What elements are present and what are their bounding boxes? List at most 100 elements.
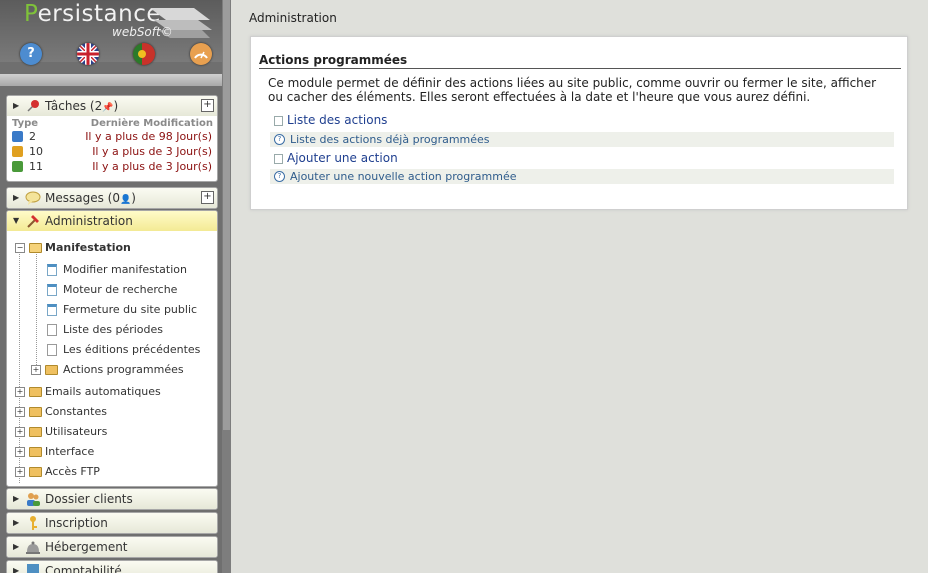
tree-node-constantes[interactable]: + Constantes: [15, 403, 215, 421]
comptabilite-title: Comptabilité: [45, 564, 122, 573]
inscription-title: Inscription: [45, 516, 108, 530]
key-icon: [30, 516, 37, 530]
scrollbar-thumb[interactable]: [223, 0, 230, 430]
tree-node-acces-ftp[interactable]: + Accès FTP: [15, 463, 215, 481]
breadcrumb: Administration: [249, 11, 337, 25]
task-row[interactable]: 10 Il y a plus de 3 Jour(s): [7, 145, 217, 160]
folder-icon: [29, 427, 42, 437]
tree-node-fermeture-site[interactable]: Fermeture du site public: [33, 301, 213, 319]
list-page-icon: [274, 116, 283, 126]
link-liste-actions[interactable]: Liste des actions: [270, 113, 894, 128]
portugal-flag-icon[interactable]: [133, 43, 155, 65]
user-icon: 👤: [119, 195, 132, 205]
expand-box-icon[interactable]: +: [15, 447, 25, 457]
expand-arrow-icon[interactable]: ▶: [13, 537, 19, 557]
main-content: Administration Actions programmées Ce mo…: [231, 0, 928, 573]
tasks-table-header: Type Dernière Modification: [7, 118, 217, 130]
column-type: Type: [12, 118, 39, 129]
inscription-panel[interactable]: ▶ Inscription: [6, 512, 218, 534]
dashboard-icon[interactable]: [190, 43, 212, 65]
tasks-panel: ▶ Tâches (2📌) + Type Dernière Modificati…: [6, 95, 218, 182]
tree-label: Actions programmées: [63, 363, 184, 376]
messages-panel[interactable]: ▶ Messages (0👤) +: [6, 187, 218, 209]
administration-title: Administration: [45, 214, 133, 228]
column-last-modification: Dernière Modification: [90, 118, 213, 129]
administration-panel-header[interactable]: ▼ Administration: [7, 211, 217, 231]
expand-arrow-icon[interactable]: ▶: [13, 489, 19, 509]
expand-arrow-icon[interactable]: ▶: [13, 513, 19, 533]
tasks-title: Tâches (2: [45, 99, 103, 113]
tree-node-utilisateurs[interactable]: + Utilisateurs: [15, 423, 215, 441]
bell-icon: [26, 541, 40, 554]
tree-label: Moteur de recherche: [63, 283, 178, 296]
tree-node-actions-programmees[interactable]: + Actions programmées: [31, 361, 213, 379]
tree-node-emails-automatiques[interactable]: + Emails automatiques: [15, 383, 215, 401]
tree-label: Utilisateurs: [45, 425, 108, 438]
dossier-clients-header[interactable]: ▶ Dossier clients: [7, 489, 217, 509]
help-icon: ?: [274, 134, 285, 145]
help-label[interactable]: Ajouter une nouvelle action programmée: [290, 169, 516, 184]
task-modified: Il y a plus de 3 Jour(s): [92, 145, 212, 158]
messages-panel-header[interactable]: ▶ Messages (0👤) +: [7, 188, 217, 208]
tree-label: Fermeture du site public: [63, 303, 198, 316]
list-page-icon: [47, 344, 57, 356]
divider: [259, 68, 901, 69]
help-icon[interactable]: ?: [20, 43, 42, 65]
dossier-clients-title: Dossier clients: [45, 492, 133, 506]
expand-arrow-icon[interactable]: ▶: [13, 188, 19, 208]
tree-node-modifier-manifestation[interactable]: Modifier manifestation: [33, 261, 213, 279]
collapse-box-icon[interactable]: −: [15, 243, 25, 253]
add-message-button[interactable]: +: [201, 191, 214, 204]
expand-arrow-icon[interactable]: ▶: [13, 561, 19, 573]
task-row[interactable]: 11 Il y a plus de 3 Jour(s): [7, 160, 217, 175]
help-label[interactable]: Liste des actions déjà programmées: [290, 132, 490, 147]
window-icon: [47, 264, 57, 276]
tree-node-moteur-recherche[interactable]: Moteur de recherche: [33, 281, 213, 299]
collapse-arrow-icon[interactable]: ▼: [13, 211, 19, 231]
tree-node-interface[interactable]: + Interface: [15, 443, 215, 461]
comptabilite-header[interactable]: ▶ Comptabilité: [7, 561, 217, 573]
link-label[interactable]: Ajouter une action: [287, 151, 398, 166]
expand-box-icon[interactable]: +: [15, 467, 25, 477]
help-ajouter-action-programmee[interactable]: ? Ajouter une nouvelle action programmée: [270, 169, 894, 184]
hebergement-title: Hébergement: [45, 540, 128, 554]
pin-icon: [27, 100, 39, 112]
users-icon: [27, 493, 40, 506]
expand-box-icon[interactable]: +: [31, 365, 41, 375]
hebergement-header[interactable]: ▶ Hébergement: [7, 537, 217, 557]
comptabilite-panel[interactable]: ▶ Comptabilité: [6, 560, 218, 573]
task-type-icon: [12, 146, 23, 157]
expand-box-icon[interactable]: +: [15, 407, 25, 417]
task-modified: Il y a plus de 3 Jour(s): [92, 160, 212, 173]
add-task-button[interactable]: +: [201, 99, 214, 112]
task-modified: Il y a plus de 98 Jour(s): [85, 130, 212, 143]
tree-node-manifestation[interactable]: − Manifestation: [15, 239, 215, 257]
sidebar-scrollbar[interactable]: [222, 0, 231, 573]
actions-card: Actions programmées Ce module permet de …: [250, 36, 908, 210]
tree-label: Constantes: [45, 405, 107, 418]
tree-label: Les éditions précédentes: [63, 343, 201, 356]
tree-label: Accès FTP: [45, 465, 100, 478]
inscription-header[interactable]: ▶ Inscription: [7, 513, 217, 533]
administration-panel: ▼ Administration − Manifestation Modifie…: [6, 210, 218, 487]
task-number: 11: [29, 160, 43, 173]
help-liste-actions-programmees[interactable]: ? Liste des actions déjà programmées: [270, 132, 894, 147]
hebergement-panel[interactable]: ▶ Hébergement: [6, 536, 218, 558]
task-number: 10: [29, 145, 43, 158]
folder-icon: [45, 365, 58, 375]
tasks-panel-header[interactable]: ▶ Tâches (2📌) +: [7, 96, 217, 116]
link-label[interactable]: Liste des actions: [287, 113, 387, 128]
expand-box-icon[interactable]: +: [15, 427, 25, 437]
small-pin-icon: 📌: [102, 103, 114, 113]
link-ajouter-action[interactable]: Ajouter une action: [270, 151, 894, 166]
folder-icon: [29, 387, 42, 397]
english-flag-icon[interactable]: [77, 43, 99, 65]
tree-label: Interface: [45, 445, 95, 458]
logo-subtitle: webSoft©: [112, 25, 173, 39]
expand-arrow-icon[interactable]: ▶: [13, 96, 19, 116]
task-row[interactable]: 2 Il y a plus de 98 Jour(s): [7, 130, 217, 145]
tree-node-editions-precedentes[interactable]: Les éditions précédentes: [33, 341, 213, 359]
expand-box-icon[interactable]: +: [15, 387, 25, 397]
dossier-clients-panel[interactable]: ▶ Dossier clients: [6, 488, 218, 510]
tree-node-liste-periodes[interactable]: Liste des périodes: [33, 321, 213, 339]
